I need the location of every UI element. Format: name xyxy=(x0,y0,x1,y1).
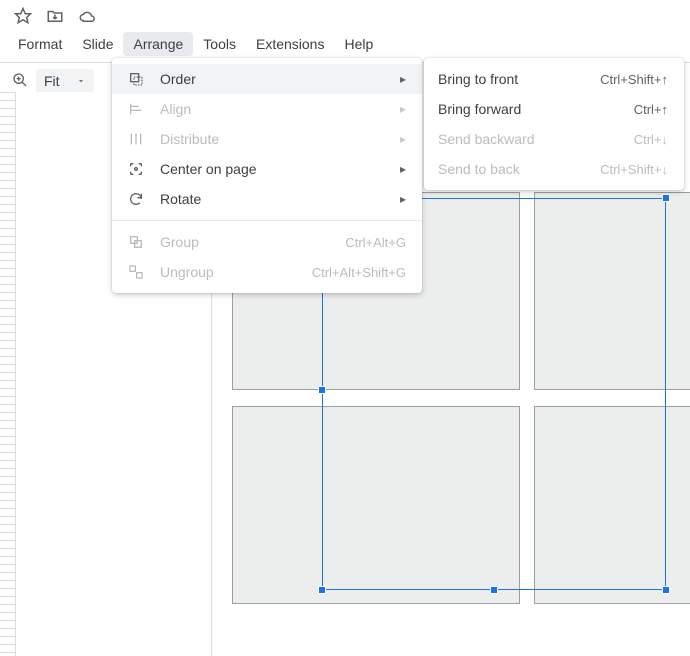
center-icon xyxy=(126,161,146,177)
menu-format[interactable]: Format xyxy=(8,32,72,56)
selection-handle[interactable] xyxy=(490,586,498,594)
menu-item-label: Center on page xyxy=(160,161,386,177)
menu-item-bring-to-front[interactable]: Bring to front Ctrl+Shift+↑ xyxy=(424,64,684,94)
menu-item-shortcut: Ctrl+↓ xyxy=(634,132,668,147)
menu-item-shortcut: Ctrl+↑ xyxy=(634,102,668,117)
rotate-icon xyxy=(126,191,146,207)
zoom-label: Fit xyxy=(44,73,60,89)
chevron-down-icon xyxy=(76,73,86,89)
menu-item-send-to-back: Send to back Ctrl+Shift+↓ xyxy=(424,154,684,184)
menu-item-shortcut: Ctrl+Alt+Shift+G xyxy=(312,265,406,280)
menu-item-group: Group Ctrl+Alt+G xyxy=(112,227,422,257)
order-submenu: Bring to front Ctrl+Shift+↑ Bring forwar… xyxy=(424,58,684,190)
menu-extensions[interactable]: Extensions xyxy=(246,32,334,56)
star-icon[interactable] xyxy=(14,7,32,28)
menu-item-label: Bring forward xyxy=(438,101,620,117)
zoom-icon[interactable] xyxy=(12,72,28,91)
arrange-dropdown: Order ▸ Align ▸ Distribute ▸ Center on p… xyxy=(112,58,422,293)
selection-handle[interactable] xyxy=(318,586,326,594)
menu-help[interactable]: Help xyxy=(334,32,383,56)
selection-handle[interactable] xyxy=(662,586,670,594)
group-icon xyxy=(126,234,146,250)
chevron-right-icon: ▸ xyxy=(400,102,406,116)
menu-item-distribute: Distribute ▸ xyxy=(112,124,422,154)
chevron-right-icon: ▸ xyxy=(400,72,406,86)
chevron-right-icon: ▸ xyxy=(400,132,406,146)
move-folder-icon[interactable] xyxy=(46,7,64,28)
menu-item-ungroup: Ungroup Ctrl+Alt+Shift+G xyxy=(112,257,422,287)
vertical-ruler xyxy=(0,92,16,656)
distribute-icon xyxy=(126,131,146,147)
chevron-right-icon: ▸ xyxy=(400,162,406,176)
menu-item-label: Order xyxy=(160,71,386,87)
align-icon xyxy=(126,101,146,117)
order-icon xyxy=(126,71,146,87)
menu-item-send-backward: Send backward Ctrl+↓ xyxy=(424,124,684,154)
chevron-right-icon: ▸ xyxy=(400,192,406,206)
menu-item-rotate[interactable]: Rotate ▸ xyxy=(112,184,422,214)
menu-item-label: Send to back xyxy=(438,161,586,177)
ungroup-icon xyxy=(126,264,146,280)
menu-arrange[interactable]: Arrange xyxy=(123,32,193,56)
selection-handle[interactable] xyxy=(318,386,326,394)
cloud-icon[interactable] xyxy=(78,7,96,28)
menu-tools[interactable]: Tools xyxy=(193,32,246,56)
zoom-dropdown[interactable]: Fit xyxy=(36,69,94,93)
menu-item-shortcut: Ctrl+Shift+↑ xyxy=(600,72,668,87)
menu-item-order[interactable]: Order ▸ xyxy=(112,64,422,94)
menu-item-shortcut: Ctrl+Shift+↓ xyxy=(600,162,668,177)
menu-item-label: Distribute xyxy=(160,131,386,147)
menu-item-center-on-page[interactable]: Center on page ▸ xyxy=(112,154,422,184)
menu-item-label: Align xyxy=(160,101,386,117)
selection-handle[interactable] xyxy=(662,194,670,202)
menu-separator xyxy=(112,220,422,221)
menu-item-bring-forward[interactable]: Bring forward Ctrl+↑ xyxy=(424,94,684,124)
menu-item-align: Align ▸ xyxy=(112,94,422,124)
menu-item-label: Rotate xyxy=(160,191,386,207)
menu-item-shortcut: Ctrl+Alt+G xyxy=(345,235,406,250)
title-icon-row xyxy=(0,0,690,28)
menu-item-label: Group xyxy=(160,234,331,250)
menu-item-label: Send backward xyxy=(438,131,620,147)
menu-item-label: Bring to front xyxy=(438,71,586,87)
menu-item-label: Ungroup xyxy=(160,264,298,280)
menu-slide[interactable]: Slide xyxy=(72,32,123,56)
